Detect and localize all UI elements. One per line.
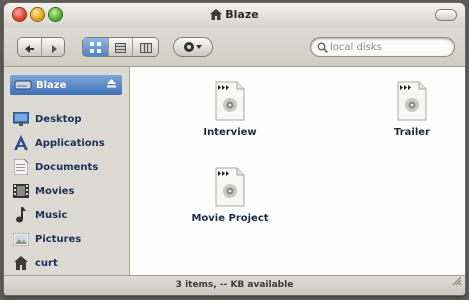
media-document-icon: [397, 81, 427, 121]
back-arrow-icon: [24, 38, 35, 57]
sidebar-item-applications[interactable]: Applications: [12, 133, 124, 153]
file-item-trailer[interactable]: Trailer: [362, 81, 462, 138]
documents-icon: [12, 158, 30, 176]
toolbar: [4, 28, 465, 67]
search-icon: [317, 42, 328, 53]
home-icon: [12, 254, 30, 272]
status-text: 3 items, -- KB available: [175, 280, 294, 290]
search-input[interactable]: [328, 39, 448, 55]
icon-view-button[interactable]: [83, 38, 109, 56]
media-document-icon: [215, 167, 245, 207]
sidebar-item-home[interactable]: curt: [12, 253, 124, 273]
sidebar-item-pictures[interactable]: Pictures: [12, 229, 124, 249]
action-menu-button[interactable]: [174, 38, 212, 56]
gear-icon: [183, 38, 203, 57]
column-view-button[interactable]: [133, 38, 158, 56]
sidebar-item-movies[interactable]: Movies: [12, 181, 124, 201]
file-item-movie-project[interactable]: Movie Project: [180, 167, 280, 224]
file-item-interview[interactable]: Interview: [180, 81, 280, 138]
sidebar-item-label: Documents: [35, 161, 99, 173]
sidebar-item-label: Applications: [35, 137, 105, 149]
sidebar-item-documents[interactable]: Documents: [12, 157, 124, 177]
window-title-area: Blaze: [4, 8, 465, 23]
disk-icon: [14, 79, 32, 91]
sidebar-item-label: curt: [35, 257, 58, 269]
sidebar-item-label: Movies: [35, 185, 75, 197]
forward-button[interactable]: [42, 38, 64, 56]
sidebar-item-label: Music: [35, 209, 68, 221]
window-title: Blaze: [225, 8, 259, 21]
sidebar-volume-blaze[interactable]: Blaze: [10, 75, 122, 95]
sidebar-item-label: Desktop: [35, 113, 82, 125]
pictures-icon: [12, 230, 30, 248]
column-view-icon: [139, 38, 152, 57]
finder-window: Blaze local disks Blaze Desktop Applicat…: [4, 3, 465, 295]
search-field[interactable]: [311, 38, 454, 56]
list-view-button[interactable]: [109, 38, 134, 56]
applications-icon: [12, 134, 30, 152]
forward-arrow-icon: [49, 38, 57, 57]
eject-icon[interactable]: [107, 79, 116, 91]
sidebar-item-desktop[interactable]: Desktop: [12, 109, 124, 129]
back-forward-control: [18, 38, 64, 56]
sidebar-item-label: Pictures: [35, 233, 82, 245]
house-icon: [210, 9, 223, 23]
toolbar-toggle-button[interactable]: [436, 10, 456, 20]
back-button[interactable]: [18, 38, 42, 56]
file-name: Interview: [203, 127, 257, 138]
title-bar[interactable]: Blaze: [4, 3, 465, 29]
desktop-icon: [12, 110, 30, 128]
file-browser-area: Interview Trailer Movie Project: [130, 67, 465, 275]
movies-icon: [12, 182, 30, 200]
music-icon: [12, 206, 30, 224]
file-name: Trailer: [394, 127, 430, 138]
view-mode-control: [83, 38, 158, 56]
resize-grip-icon[interactable]: [451, 274, 462, 293]
list-view-icon: [114, 38, 126, 57]
status-bar: 3 items, -- KB available: [4, 275, 465, 295]
media-document-icon: [215, 81, 245, 121]
sidebar: Blaze Desktop Applications Documents Mov…: [4, 67, 130, 275]
action-menu-inner: [174, 38, 212, 56]
file-name: Movie Project: [191, 213, 269, 224]
sidebar-volume-label: Blaze: [36, 79, 67, 91]
sidebar-item-music[interactable]: Music: [12, 205, 124, 225]
icon-view-icon: [89, 38, 101, 57]
